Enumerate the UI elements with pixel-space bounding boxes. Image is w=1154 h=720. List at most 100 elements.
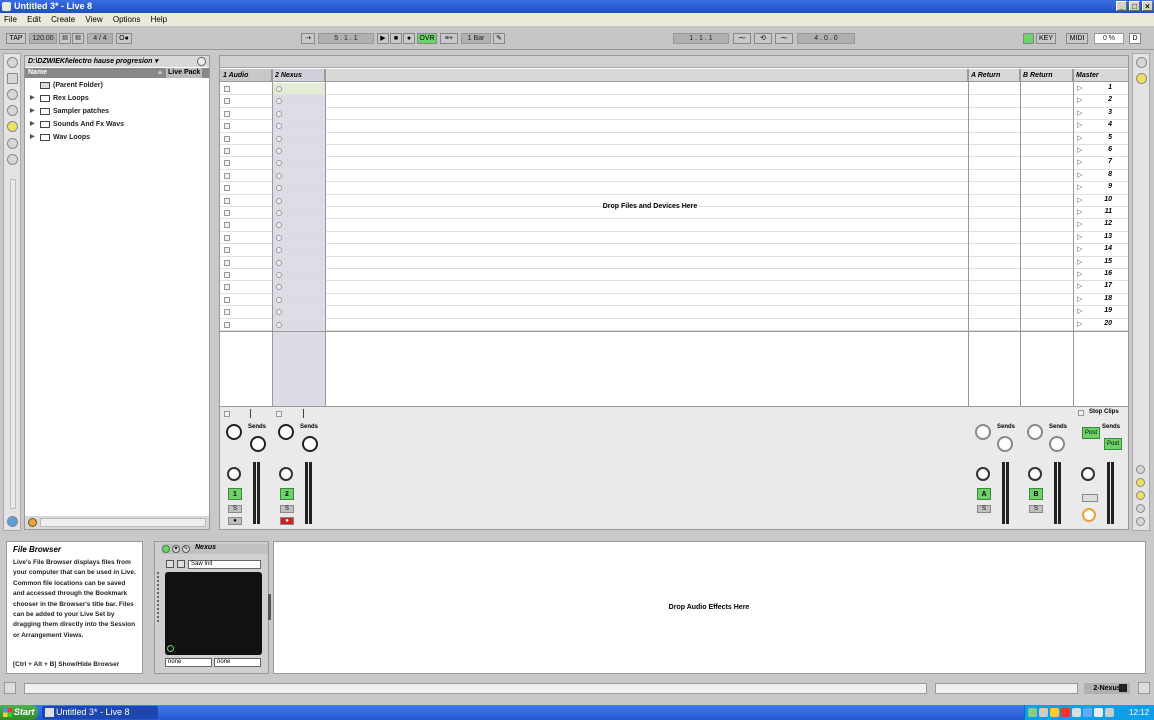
- device-activator-icon[interactable]: [162, 545, 170, 553]
- browser-item-parent-folder[interactable]: (Parent Folder): [25, 79, 209, 92]
- browser-item-sampler-patches[interactable]: ▶ Sampler patches: [25, 105, 209, 118]
- audio-clip-slot[interactable]: [224, 98, 230, 105]
- track2-stop-button[interactable]: [276, 411, 282, 417]
- tempo-field[interactable]: 120.00: [29, 33, 57, 44]
- session-view-icon[interactable]: [1136, 73, 1147, 84]
- time-signature-field[interactable]: 4 / 4: [87, 33, 113, 44]
- loop-start-field[interactable]: 1 . 1 . 1: [673, 33, 729, 44]
- audio-clip-slot[interactable]: [224, 172, 230, 179]
- scene-number[interactable]: 3: [1092, 109, 1112, 116]
- menu-create[interactable]: Create: [47, 15, 79, 24]
- nudge-up-button[interactable]: III: [72, 33, 84, 44]
- tray-icon[interactable]: [1105, 708, 1114, 717]
- master-cue-volume-knob[interactable]: [1082, 508, 1096, 522]
- audio-clip-slot[interactable]: [224, 110, 230, 117]
- scene-launch-icon[interactable]: ▷: [1077, 282, 1082, 290]
- midi-clip-slot-record[interactable]: [276, 321, 282, 328]
- device-browser-icon[interactable]: [7, 57, 18, 68]
- audio-clip-slot[interactable]: [224, 309, 230, 316]
- scene-number[interactable]: 15: [1092, 258, 1112, 265]
- scene-launch-icon[interactable]: ▷: [1077, 220, 1082, 228]
- scene-number[interactable]: 6: [1092, 146, 1112, 153]
- session-overview-bar[interactable]: [220, 56, 1128, 68]
- track1-activator-button[interactable]: 1: [228, 488, 242, 500]
- return-a-pan-knob[interactable]: [976, 467, 990, 481]
- preset-config-icon[interactable]: [177, 560, 185, 568]
- audio-clip-slot[interactable]: [224, 222, 230, 229]
- scene-launch-icon[interactable]: ▷: [1077, 96, 1082, 104]
- arrangement-position[interactable]: 5 . 1 . 1: [318, 33, 374, 44]
- expand-arrow-icon[interactable]: ▶: [30, 105, 35, 118]
- scene-number[interactable]: 18: [1092, 295, 1112, 302]
- expand-arrow-icon[interactable]: ▶: [30, 131, 35, 144]
- tray-icon[interactable]: [1061, 708, 1070, 717]
- master-send-a-post-button[interactable]: Post: [1082, 427, 1100, 439]
- midi-clip-slot-record[interactable]: [276, 272, 282, 278]
- return-b-solo-button[interactable]: S: [1029, 505, 1043, 513]
- device-fold-icon[interactable]: ▾: [172, 545, 180, 553]
- scene-launch-icon[interactable]: ▷: [1077, 183, 1082, 191]
- scene-launch-icon[interactable]: ▷: [1077, 245, 1082, 253]
- return-b-pan-knob[interactable]: [1028, 467, 1042, 481]
- scene-launch-icon[interactable]: ▷: [1077, 109, 1082, 117]
- scene-number[interactable]: 11: [1092, 208, 1112, 215]
- browser-item-rex-loops[interactable]: ▶ Rex Loops: [25, 92, 209, 105]
- scene-number[interactable]: 2: [1092, 96, 1112, 103]
- scene-launch-icon[interactable]: ▷: [1077, 171, 1082, 179]
- audio-clip-slot[interactable]: [224, 321, 230, 328]
- track-header-master[interactable]: Master: [1073, 69, 1128, 82]
- track2-send-a-knob[interactable]: [278, 424, 294, 440]
- scene-launch-icon[interactable]: ▷: [1077, 270, 1082, 278]
- track1-pan-knob[interactable]: [227, 467, 241, 481]
- track-header-b-return[interactable]: B Return: [1020, 69, 1073, 82]
- master-pan-knob[interactable]: [1081, 467, 1095, 481]
- audio-clip-slot[interactable]: [224, 148, 230, 154]
- overdub-button[interactable]: OVR: [417, 33, 437, 44]
- menu-view[interactable]: View: [81, 15, 106, 24]
- mixer-toggle-icon[interactable]: [1136, 504, 1145, 513]
- xy-cursor[interactable]: [167, 645, 174, 652]
- tap-button[interactable]: TAP: [6, 33, 26, 44]
- file-browser-3-icon[interactable]: [7, 121, 18, 132]
- track2-solo-button[interactable]: S: [280, 505, 294, 513]
- menu-help[interactable]: Help: [147, 15, 171, 24]
- audio-clip-slot[interactable]: [224, 247, 230, 254]
- midi-clip-slot-record[interactable]: [276, 110, 282, 117]
- scene-number[interactable]: 13: [1092, 233, 1112, 240]
- audio-clip-slot[interactable]: [224, 234, 230, 241]
- midi-clip-slot-record[interactable]: [276, 148, 282, 154]
- track1-send-b-knob[interactable]: [250, 436, 266, 452]
- midi-map-button[interactable]: MIDI: [1066, 33, 1088, 44]
- track1-send-a-knob[interactable]: [226, 424, 242, 440]
- return-a-send-a-knob[interactable]: [975, 424, 991, 440]
- scene-launch-icon[interactable]: ▷: [1077, 307, 1082, 315]
- audio-clip-slot[interactable]: [224, 160, 230, 167]
- volume-icon[interactable]: [1094, 708, 1103, 717]
- tray-icon[interactable]: [1083, 708, 1092, 717]
- audio-clip-slot[interactable]: [224, 197, 230, 204]
- minimize-button[interactable]: _: [1116, 1, 1127, 11]
- plugin-xy-pad[interactable]: [165, 572, 262, 655]
- draw-mode-icon[interactable]: ✎: [493, 33, 505, 44]
- midi-clip-slot-record[interactable]: [276, 135, 282, 142]
- return-a-send-b-knob[interactable]: [997, 436, 1013, 452]
- file-browser-2-icon[interactable]: [7, 105, 18, 116]
- hot-swap-icon[interactable]: [7, 138, 18, 149]
- preset-name-field[interactable]: Saw Init: [188, 560, 261, 569]
- return-b-send-b-knob[interactable]: [1049, 436, 1065, 452]
- scene-number[interactable]: 9: [1092, 183, 1112, 190]
- track-header-a-return[interactable]: A Return: [968, 69, 1020, 82]
- audio-clip-slot[interactable]: [224, 185, 230, 192]
- xy-param-1-chooser[interactable]: none: [165, 658, 212, 667]
- show-hide-browser-icon[interactable]: [7, 516, 18, 527]
- scene-launch-icon[interactable]: ▷: [1077, 208, 1082, 216]
- return-a-activator-button[interactable]: A: [977, 488, 991, 500]
- track1-solo-button[interactable]: S: [228, 505, 242, 513]
- scene-number[interactable]: 8: [1092, 171, 1112, 178]
- io-toggle-icon[interactable]: [1136, 465, 1145, 474]
- track2-pan-knob[interactable]: [279, 467, 293, 481]
- key-map-button[interactable]: KEY: [1036, 33, 1056, 44]
- status-arrow-icon[interactable]: [4, 682, 16, 694]
- track1-stop-button[interactable]: [224, 411, 230, 417]
- arrangement-view-icon[interactable]: [1136, 57, 1147, 68]
